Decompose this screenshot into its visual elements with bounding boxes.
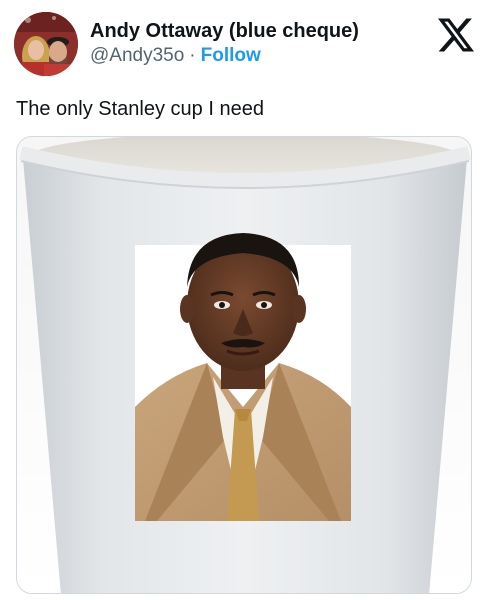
x-logo-icon[interactable] — [438, 18, 474, 52]
author-display-name[interactable]: Andy Ottaway (blue cheque) — [90, 19, 359, 43]
separator-dot: · — [189, 45, 196, 66]
paper-cup-image — [17, 137, 471, 593]
avatar[interactable] — [14, 12, 78, 76]
tweet-media-image[interactable] — [16, 136, 472, 594]
tweet-header: Andy Ottaway (blue cheque) @Andy35o · Foll… — [14, 12, 359, 76]
face-photo-print — [135, 233, 351, 521]
author-handle[interactable]: @Andy35o — [90, 45, 184, 66]
author-names: Andy Ottaway (blue cheque) @Andy35o · Foll… — [90, 19, 359, 69]
tweet-text: The only Stanley cup I need — [16, 98, 264, 120]
author-handle-row: @Andy35o · Follow — [90, 43, 359, 69]
follow-button[interactable]: Follow — [201, 45, 261, 66]
tweet-card: Andy Ottaway (blue cheque) @Andy35o · Foll… — [0, 0, 488, 600]
avatar-photo-icon — [14, 12, 78, 76]
